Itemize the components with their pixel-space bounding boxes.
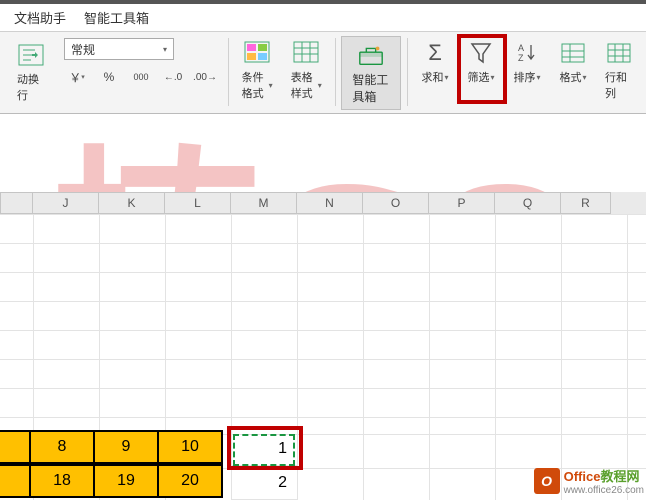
number-format-group: 常规 ▾ ￥▾ % 000 ←.0 .00→ (60, 36, 222, 90)
colhead-partial[interactable] (0, 192, 33, 214)
auto-wrap-button[interactable]: 动换行 (10, 38, 52, 106)
divider (228, 38, 229, 106)
table-style-icon (292, 39, 320, 67)
logo-icon: O (534, 468, 560, 494)
funnel-icon (467, 39, 495, 67)
cell[interactable]: 2 (231, 466, 297, 500)
cell[interactable]: 1 (231, 432, 297, 466)
table-style-button[interactable]: 表格样式▾ (284, 36, 329, 104)
format-icon (559, 39, 587, 67)
decrease-decimal-button[interactable]: ←.0 (160, 66, 186, 88)
tab-doc-helper[interactable]: 文档助手 (14, 8, 66, 27)
toolbox-icon (357, 41, 385, 69)
colhead-R[interactable]: R (561, 192, 611, 214)
colhead-J[interactable]: J (33, 192, 99, 214)
currency-button[interactable]: ￥▾ (64, 66, 90, 88)
extra-column: 1 2 (231, 432, 297, 500)
chevron-down-icon: ▾ (163, 45, 167, 54)
wrap-group: 动换行 (6, 36, 56, 108)
svg-text:Z: Z (518, 53, 524, 63)
colhead-N[interactable]: N (297, 192, 363, 214)
colhead-K[interactable]: K (99, 192, 165, 214)
filter-button[interactable]: 筛选▾ (460, 36, 502, 88)
colhead-O[interactable]: O (363, 192, 429, 214)
wrap-icon (17, 41, 45, 69)
data-cell[interactable]: 8 (29, 430, 95, 464)
divider (335, 38, 336, 106)
sort-icon: AZ (513, 39, 541, 67)
format-button[interactable]: 格式▾ (552, 36, 594, 88)
number-format-select[interactable]: 常规 ▾ (64, 38, 174, 60)
divider (407, 38, 408, 106)
sort-button[interactable]: AZ 排序▾ (506, 36, 548, 88)
data-cell[interactable] (0, 464, 31, 498)
tab-smart-toolbox[interactable]: 智能工具箱 (84, 8, 149, 27)
data-cell[interactable]: 10 (157, 430, 223, 464)
sigma-icon: Σ (421, 39, 449, 67)
ribbon-tabs: 文档助手 智能工具箱 (0, 4, 646, 32)
spreadsheet-grid[interactable]: 8 9 10 18 19 20 1 2 (0, 214, 646, 500)
colhead-L[interactable]: L (165, 192, 231, 214)
increase-decimal-button[interactable]: .00→ (192, 66, 218, 88)
ribbon: 动换行 常规 ▾ ￥▾ % 000 ←.0 .00→ 条件格式▾ 表格样式▾ (0, 32, 646, 114)
data-cell[interactable]: 20 (157, 464, 223, 498)
rows-cols-button[interactable]: 行和列 (598, 36, 640, 104)
percent-button[interactable]: % (96, 66, 122, 88)
data-cell[interactable]: 19 (93, 464, 159, 498)
colhead-M[interactable]: M (231, 192, 297, 214)
conditional-format-button[interactable]: 条件格式▾ (235, 36, 280, 104)
rows-cols-icon (605, 39, 633, 67)
colhead-Q[interactable]: Q (495, 192, 561, 214)
data-cell[interactable]: 18 (29, 464, 95, 498)
sum-button[interactable]: Σ 求和▾ (414, 36, 456, 88)
column-headers: J K L M N O P Q R (0, 192, 646, 214)
site-logo: O Office教程网 www.office26.com (534, 466, 644, 496)
colhead-P[interactable]: P (429, 192, 495, 214)
data-cell[interactable] (0, 430, 31, 464)
svg-text:A: A (518, 43, 524, 53)
cond-format-icon (243, 39, 271, 67)
comma-style-button[interactable]: 000 (128, 66, 154, 88)
smart-toolbox-button[interactable]: 智能工具箱 (341, 36, 401, 110)
data-cell[interactable]: 9 (93, 430, 159, 464)
